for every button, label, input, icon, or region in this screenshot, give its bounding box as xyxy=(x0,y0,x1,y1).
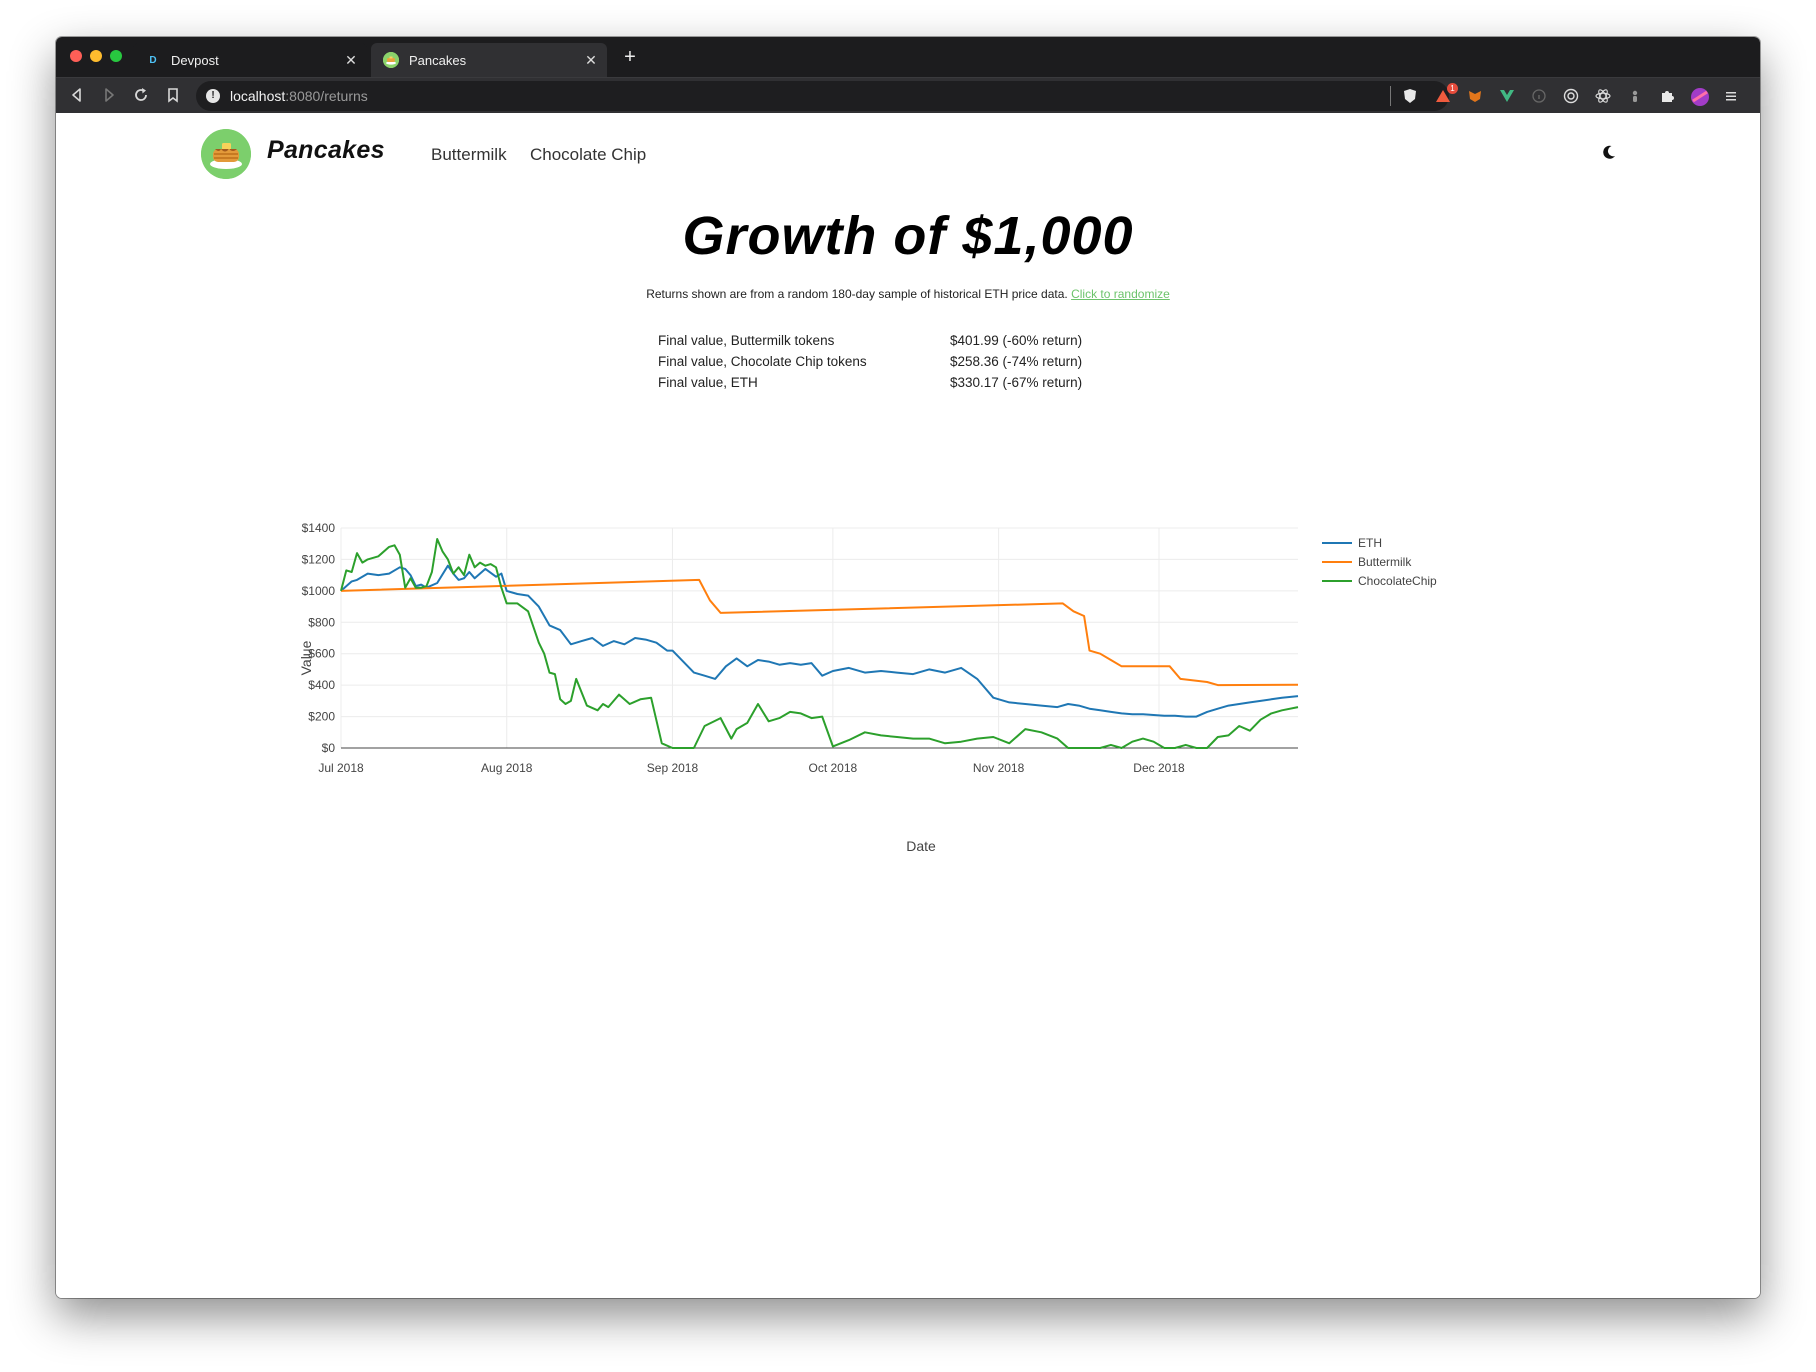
result-value: $258.36 (-74% return) xyxy=(950,354,1083,369)
page-subtitle: Returns shown are from a random 180-day … xyxy=(56,287,1760,301)
tab-title: Pancakes xyxy=(409,52,467,68)
x-axis-label: Date xyxy=(906,838,936,854)
nav-link-chocolate-chip[interactable]: Chocolate Chip xyxy=(530,145,646,165)
growth-chart-svg: $0$200$400$600$800$1000$1200$1400Jul 201… xyxy=(298,521,1437,854)
legend-label: Buttermilk xyxy=(1358,555,1412,569)
brave-shield-icon[interactable] xyxy=(1401,87,1419,105)
result-value: $401.99 (-60% return) xyxy=(950,333,1083,348)
dark-mode-moon-icon[interactable] xyxy=(1600,143,1618,161)
close-window-button[interactable] xyxy=(70,50,82,62)
target-extension-icon[interactable] xyxy=(1562,87,1580,105)
results-table: Final value, Buttermilk tokens $401.99 (… xyxy=(658,330,1082,393)
result-label: Final value, Buttermilk tokens xyxy=(658,333,835,348)
result-row: Final value, ETH $330.17 (-67% return) xyxy=(658,372,1082,393)
address-bar[interactable]: ! localhost :8080/returns xyxy=(196,81,1449,111)
subtitle-text: Returns shown are from a random 180-day … xyxy=(646,287,1068,301)
x-tick-label: Oct 2018 xyxy=(809,761,858,775)
nav-link-buttermilk[interactable]: Buttermilk xyxy=(431,145,507,165)
devpost-favicon-icon: D xyxy=(145,52,161,68)
maximize-window-button[interactable] xyxy=(110,50,122,62)
extensions-puzzle-icon[interactable] xyxy=(1658,87,1676,105)
person-extension-icon[interactable] xyxy=(1626,87,1644,105)
x-tick-label: Jul 2018 xyxy=(318,761,364,775)
new-tab-button[interactable]: + xyxy=(618,45,642,69)
result-label: Final value, ETH xyxy=(658,375,758,390)
x-tick-label: Dec 2018 xyxy=(1133,761,1185,775)
tab-bar: D Devpost ✕ Pancakes ✕ + xyxy=(56,37,1760,77)
randomize-link[interactable]: Click to randomize xyxy=(1071,287,1170,301)
tab-pancakes[interactable]: Pancakes ✕ xyxy=(371,43,607,77)
forward-icon[interactable] xyxy=(98,84,120,106)
browser-toolbar: ! localhost :8080/returns 1 xyxy=(56,77,1760,113)
y-axis-label: Value xyxy=(298,640,314,675)
close-tab-icon[interactable]: ✕ xyxy=(581,52,601,69)
legend-label: ChocolateChip xyxy=(1358,574,1437,588)
result-label: Final value, Chocolate Chip tokens xyxy=(658,354,867,369)
y-tick-label: $0 xyxy=(322,741,336,755)
url-path: :8080/returns xyxy=(285,88,368,104)
back-icon[interactable] xyxy=(66,84,88,106)
x-tick-label: Aug 2018 xyxy=(481,761,533,775)
metamask-icon[interactable] xyxy=(1466,87,1484,105)
y-tick-label: $400 xyxy=(308,678,335,692)
x-tick-label: Nov 2018 xyxy=(973,761,1025,775)
series-line-buttermilk xyxy=(340,578,1299,687)
page-content: Pancakes Buttermilk Chocolate Chip Growt… xyxy=(56,113,1760,1298)
y-tick-label: $1000 xyxy=(302,584,336,598)
y-tick-label: $800 xyxy=(308,615,335,629)
growth-chart: $0 $200 $400 $600 $800 $1000 $1200 $1400 Jul 201… xyxy=(236,493,1656,873)
series-line-eth xyxy=(340,564,1299,718)
bookmark-icon[interactable] xyxy=(162,84,184,106)
y-tick-label: $1400 xyxy=(302,521,336,535)
result-value: $330.17 (-67% return) xyxy=(950,375,1083,390)
x-tick-label: Sep 2018 xyxy=(647,761,699,775)
reload-icon[interactable] xyxy=(130,84,152,106)
info-extension-icon[interactable] xyxy=(1530,87,1548,105)
minimize-window-button[interactable] xyxy=(90,50,102,62)
pancakes-favicon-icon xyxy=(383,52,399,68)
browser-window: D Devpost ✕ Pancakes ✕ + ! localhost:80… xyxy=(56,37,1760,1298)
site-info-icon[interactable]: ! xyxy=(206,89,220,103)
react-devtools-icon[interactable] xyxy=(1594,87,1612,105)
brave-rewards-icon[interactable]: 1 xyxy=(1434,83,1458,105)
tab-devpost[interactable]: D Devpost ✕ xyxy=(133,43,367,77)
toolbar-divider xyxy=(1390,86,1391,106)
page-title: Growth of $1,000 xyxy=(682,206,1134,266)
result-row: Final value, Buttermilk tokens $401.99 (… xyxy=(658,330,1082,351)
tab-title: Devpost xyxy=(171,52,219,68)
screenshot-stage: D Devpost ✕ Pancakes ✕ + ! localhost:80… xyxy=(0,0,1816,1372)
vue-devtools-icon[interactable] xyxy=(1498,87,1516,105)
result-row: Final value, Chocolate Chip tokens $258.… xyxy=(658,351,1082,372)
close-tab-icon[interactable]: ✕ xyxy=(341,52,361,69)
menu-icon[interactable] xyxy=(1722,87,1740,105)
y-tick-label: $1200 xyxy=(302,552,336,566)
brand-name[interactable]: Pancakes xyxy=(267,136,385,165)
url-host: localhost xyxy=(230,88,286,104)
notification-badge: 1 xyxy=(1447,83,1458,94)
pancakes-logo-icon[interactable] xyxy=(201,129,251,179)
legend-label: ETH xyxy=(1358,536,1382,550)
profile-avatar-icon[interactable] xyxy=(1690,87,1709,106)
legend[interactable]: ETH Buttermilk ChocolateChip xyxy=(1322,536,1437,588)
y-tick-label: $200 xyxy=(308,710,335,724)
